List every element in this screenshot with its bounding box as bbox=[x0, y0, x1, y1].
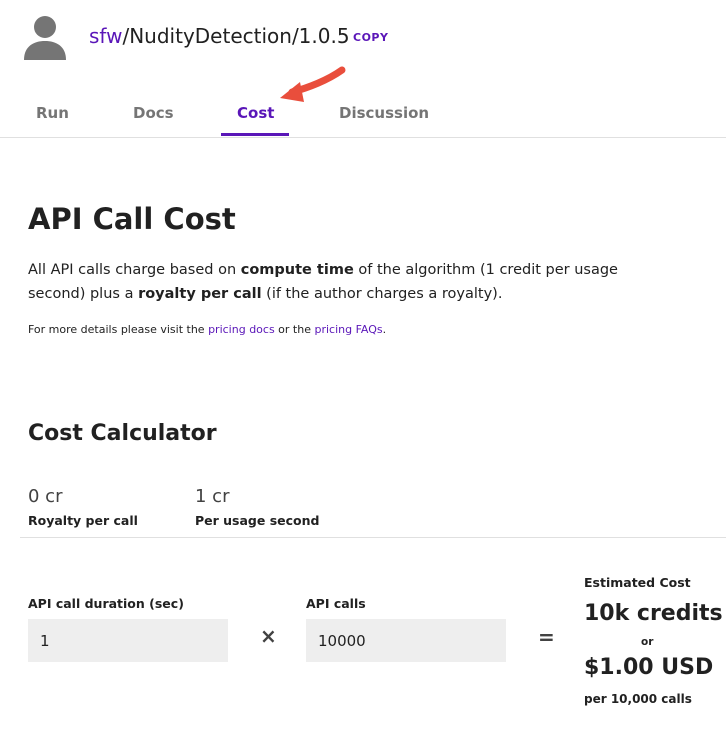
pricing-faqs-link[interactable]: pricing FAQs bbox=[314, 323, 382, 336]
royalty-value: 0 cr bbox=[28, 486, 63, 507]
or-label: or bbox=[641, 636, 654, 648]
estimated-credits: 10k credits bbox=[584, 601, 723, 626]
usage-value: 1 cr bbox=[195, 486, 230, 507]
estimated-cost-label: Estimated Cost bbox=[584, 575, 691, 590]
duration-input[interactable] bbox=[28, 619, 228, 662]
per-calls-label: per 10,000 calls bbox=[584, 692, 692, 706]
intro-text-3: (if the author charges a royalty). bbox=[261, 286, 503, 302]
usage-label: Per usage second bbox=[195, 513, 320, 528]
estimated-usd: $1.00 USD bbox=[584, 655, 714, 680]
divider bbox=[20, 537, 726, 538]
user-avatar-icon bbox=[24, 16, 66, 60]
intro-bold-1: compute time bbox=[240, 262, 354, 278]
calls-input[interactable] bbox=[306, 619, 506, 662]
details-text-2: or the bbox=[274, 323, 315, 336]
royalty-label: Royalty per call bbox=[28, 513, 138, 528]
tab-docs[interactable]: Docs bbox=[133, 104, 174, 122]
pricing-details-note: For more details please visit the pricin… bbox=[28, 323, 386, 336]
usage-stat: 1 cr Per usage second bbox=[195, 486, 319, 528]
multiply-symbol: × bbox=[260, 624, 277, 648]
algorithm-path: NudityDetection/1.0.5 bbox=[129, 24, 350, 48]
equals-symbol: = bbox=[538, 625, 555, 649]
algorithm-title: sfw/NudityDetection/1.0.5 bbox=[89, 24, 350, 48]
tab-run[interactable]: Run bbox=[36, 104, 69, 122]
algorithm-header: sfw/NudityDetection/1.0.5 COPY Run Docs … bbox=[0, 0, 726, 138]
active-tab-indicator bbox=[221, 133, 289, 136]
tab-cost[interactable]: Cost bbox=[237, 104, 274, 122]
red-arrow-icon bbox=[280, 66, 346, 102]
royalty-stat: 0 cr Royalty per call bbox=[28, 486, 138, 528]
copy-button[interactable]: COPY bbox=[353, 31, 388, 44]
details-text-1: For more details please visit the bbox=[28, 323, 209, 336]
calls-label: API calls bbox=[306, 596, 366, 611]
cost-title: API Call Cost bbox=[28, 202, 236, 236]
intro-bold-2: royalty per call bbox=[138, 286, 262, 302]
owner-link[interactable]: sfw bbox=[89, 24, 122, 48]
calculator-title: Cost Calculator bbox=[28, 421, 217, 446]
intro-text-1: All API calls charge based on bbox=[28, 262, 241, 278]
cost-description: All API calls charge based on compute ti… bbox=[28, 258, 638, 306]
details-text-3: . bbox=[382, 323, 387, 336]
pricing-docs-link[interactable]: pricing docs bbox=[208, 323, 275, 336]
duration-label: API call duration (sec) bbox=[28, 596, 184, 611]
